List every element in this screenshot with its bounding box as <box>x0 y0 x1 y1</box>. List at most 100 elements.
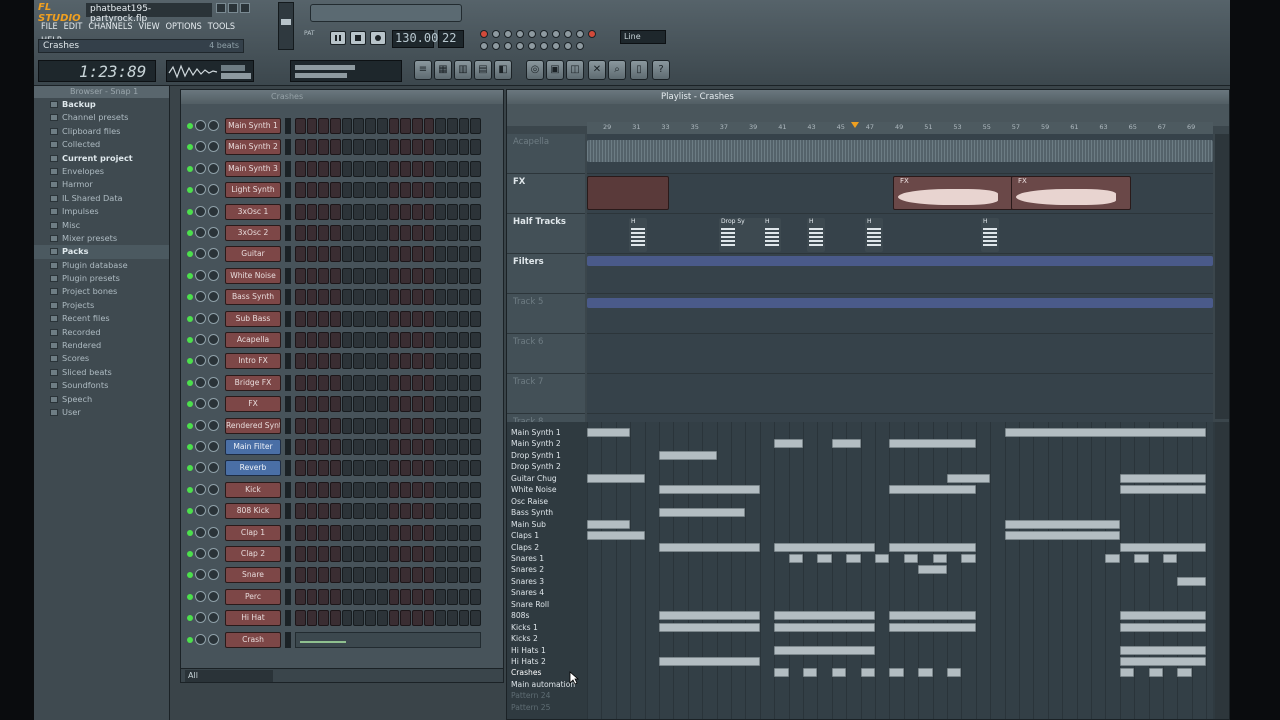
step-button[interactable] <box>330 439 341 455</box>
step-button[interactable] <box>306 203 318 220</box>
step-button[interactable] <box>411 160 423 177</box>
step-button[interactable] <box>306 524 318 541</box>
step-button[interactable] <box>470 225 481 241</box>
pan-knob[interactable] <box>195 569 206 581</box>
channel-select-meter[interactable] <box>285 225 291 241</box>
step-button[interactable] <box>435 160 446 177</box>
browser-item[interactable]: Project bones <box>34 285 169 298</box>
step-button[interactable] <box>411 267 423 284</box>
channel-select-meter[interactable] <box>285 139 291 156</box>
step-button[interactable] <box>353 182 365 199</box>
volume-knob[interactable] <box>208 334 219 345</box>
channel-select-meter[interactable] <box>285 310 291 327</box>
audio-clip-fx[interactable] <box>587 176 669 210</box>
playhead-marker-icon[interactable] <box>851 122 859 128</box>
step-button[interactable] <box>318 503 330 520</box>
step-button[interactable] <box>295 546 306 562</box>
step-button[interactable] <box>330 396 341 413</box>
step-button[interactable] <box>376 610 388 627</box>
pattern-block[interactable] <box>1004 531 1120 541</box>
step-button[interactable] <box>470 353 481 370</box>
volume-knob[interactable] <box>208 162 219 174</box>
channel-select-meter[interactable] <box>285 246 291 263</box>
pattern-label[interactable]: Hi Hats 1 <box>511 645 585 656</box>
step-button[interactable] <box>446 225 458 241</box>
channel-select-meter[interactable] <box>285 353 291 370</box>
channel-select-meter[interactable] <box>285 588 291 605</box>
step-button[interactable] <box>306 417 318 434</box>
channel-name-button[interactable]: 3xOsc 2 <box>225 225 281 241</box>
track-header[interactable]: FX <box>507 174 585 214</box>
step-button[interactable] <box>330 503 341 520</box>
option-toggle-icon[interactable] <box>504 30 512 38</box>
step-button[interactable] <box>318 267 330 284</box>
track-lane[interactable] <box>587 134 1213 174</box>
step-button[interactable] <box>423 118 435 134</box>
step-button[interactable] <box>295 353 306 370</box>
step-button[interactable] <box>458 289 470 306</box>
step-button[interactable] <box>330 203 341 220</box>
step-button[interactable] <box>446 332 458 348</box>
automation-clip-filter[interactable] <box>587 256 1213 266</box>
step-button[interactable] <box>400 460 411 477</box>
step-button[interactable] <box>470 588 481 605</box>
step-button[interactable] <box>365 396 376 413</box>
browser-item[interactable]: Envelopes <box>34 165 169 178</box>
step-button[interactable] <box>400 374 411 391</box>
step-button[interactable] <box>423 203 435 220</box>
step-button[interactable] <box>435 546 446 562</box>
pan-knob[interactable] <box>195 312 206 324</box>
pattern-block[interactable] <box>1119 657 1207 666</box>
channel-name-button[interactable]: Clap 2 <box>225 546 281 562</box>
step-button[interactable] <box>365 246 376 263</box>
step-button[interactable] <box>435 417 446 434</box>
step-button[interactable] <box>376 374 388 391</box>
step-button[interactable] <box>341 203 353 220</box>
step-button[interactable] <box>446 353 458 370</box>
step-button[interactable] <box>365 610 376 627</box>
volume-knob[interactable] <box>208 141 219 153</box>
pattern-block[interactable] <box>947 668 962 678</box>
step-button[interactable] <box>411 246 423 263</box>
channel-name-button[interactable]: Sub Bass <box>225 310 281 327</box>
pattern-label[interactable]: Drop Synth 1 <box>511 450 585 461</box>
pattern-block[interactable] <box>918 565 947 575</box>
channel-select-meter[interactable] <box>285 481 291 498</box>
pattern-block[interactable] <box>587 531 645 541</box>
step-button[interactable] <box>365 267 376 284</box>
step-button[interactable] <box>376 246 388 263</box>
step-button[interactable] <box>446 374 458 391</box>
menu-options[interactable]: OPTIONS <box>163 20 205 34</box>
pattern-block[interactable] <box>889 611 976 621</box>
step-button[interactable] <box>446 610 458 627</box>
pattern-block[interactable] <box>961 553 976 563</box>
pattern-block[interactable] <box>659 657 760 666</box>
step-button[interactable] <box>306 332 318 348</box>
step-button[interactable] <box>458 310 470 327</box>
step-button[interactable] <box>295 160 306 177</box>
browser-item[interactable]: IL Shared Data <box>34 192 169 205</box>
step-button[interactable] <box>411 139 423 156</box>
option-toggle-icon[interactable] <box>552 30 560 38</box>
channel-led-icon[interactable] <box>187 572 193 579</box>
step-button[interactable] <box>400 310 411 327</box>
step-button[interactable] <box>376 203 388 220</box>
channel-filter-select[interactable]: All <box>185 670 273 682</box>
step-button[interactable] <box>411 374 423 391</box>
step-button[interactable] <box>470 610 481 627</box>
step-button[interactable] <box>400 182 411 199</box>
step-button[interactable] <box>435 374 446 391</box>
channel-led-icon[interactable] <box>187 465 193 472</box>
volume-knob[interactable] <box>208 227 219 238</box>
step-button[interactable] <box>365 460 376 477</box>
menu-view[interactable]: VIEW <box>136 20 163 34</box>
step-button[interactable] <box>423 267 435 284</box>
step-button[interactable] <box>388 310 400 327</box>
step-button[interactable] <box>306 567 318 584</box>
plugin-picker-icon[interactable]: ◎ <box>526 60 544 80</box>
step-button[interactable] <box>470 118 481 134</box>
step-button[interactable] <box>458 118 470 134</box>
step-button[interactable] <box>388 481 400 498</box>
pattern-block[interactable] <box>860 668 875 678</box>
step-button[interactable] <box>400 417 411 434</box>
